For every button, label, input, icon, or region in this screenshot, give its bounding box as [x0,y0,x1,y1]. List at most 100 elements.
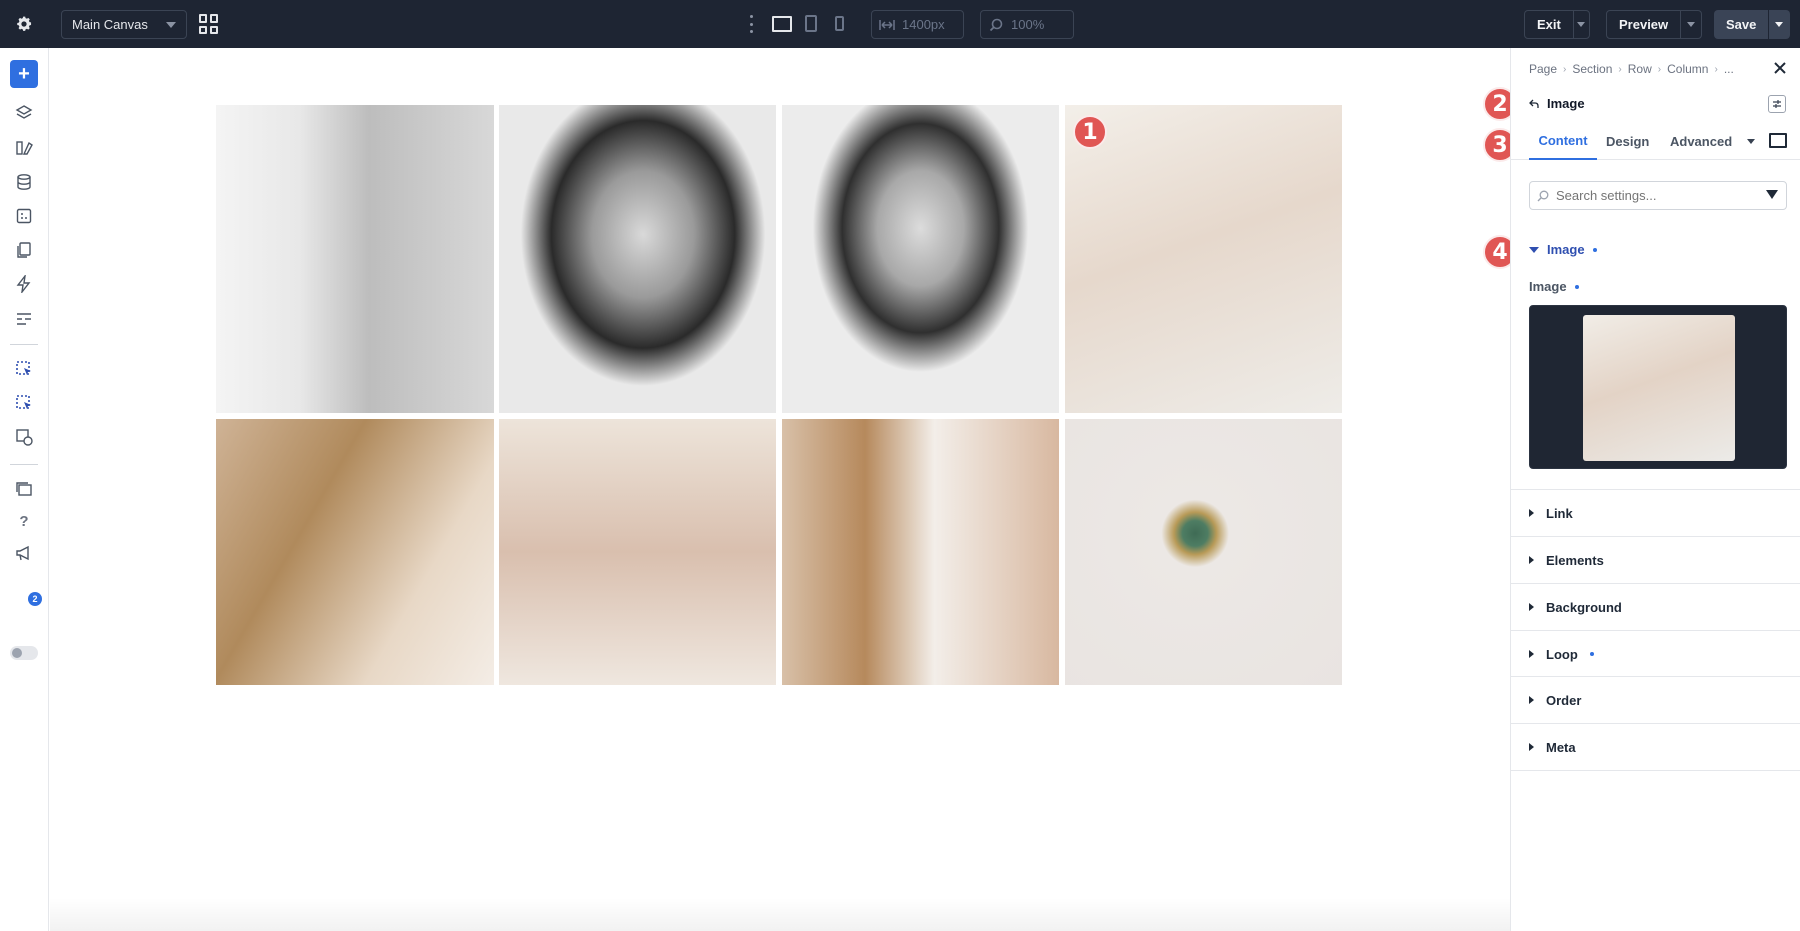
zoom-field[interactable]: 100% [980,10,1074,39]
group-order[interactable]: Order [1511,676,1800,723]
group-loop[interactable]: Loop [1511,630,1800,677]
select-multiple-icon[interactable] [13,392,35,414]
breadcrumb-section[interactable]: Section [1572,62,1612,76]
editor-canvas[interactable]: Black and white portrait of woman leanin… [50,48,1510,931]
left-sidebar: + ? 2 [0,48,49,931]
chevron-right-icon: › [1657,63,1662,75]
help-icon[interactable]: ? [13,510,35,532]
gallery-image-6[interactable]: Soap bars on pink blocks [499,419,776,685]
chevron-right-icon: › [1618,63,1622,75]
modified-dot [1574,284,1579,289]
gallery-image-8[interactable]: Gold ring with green stone [1065,419,1342,685]
caret-right-icon [1529,556,1534,564]
image-upload-preview[interactable] [1529,305,1787,469]
group-meta[interactable]: Meta [1511,723,1800,770]
pages-icon[interactable] [13,239,35,261]
breadcrumb-column[interactable]: Column [1667,62,1708,76]
settings-gear-icon[interactable] [12,12,36,36]
group-elements[interactable]: Elements [1511,536,1800,583]
tablet-view-icon[interactable] [805,15,817,32]
modified-dot [1592,247,1597,252]
tab-advanced[interactable]: Advanced [1661,122,1741,160]
search-input[interactable] [1556,188,1746,203]
element-options-icon[interactable] [1768,95,1786,113]
back-arrow-icon[interactable] [1529,99,1539,109]
desktop-view-icon[interactable] [772,16,792,32]
settings-panel: Page › Section › Row › Column › ... Imag… [1510,48,1800,931]
top-toolbar: Main Canvas 1400px 100% Exit Preview Sav… [0,0,1800,48]
chevron-right-icon: › [1714,63,1718,75]
presets-icon[interactable] [13,308,35,330]
sidebar-divider [10,344,38,345]
zoom-icon [981,18,1011,32]
save-button[interactable]: Save [1714,10,1790,39]
gallery-image-3[interactable]: Black and white headshot of man in suit [782,105,1059,413]
grid-layout-icon[interactable] [199,14,219,34]
preview-label: Preview [1619,17,1669,32]
add-element-button[interactable]: + [10,60,38,88]
image-thumbnail [1583,315,1735,461]
group-link-label: Link [1546,505,1573,521]
zoom-value: 100% [1011,17,1045,32]
variables-icon[interactable] [13,205,35,227]
gallery-image-5[interactable]: Woman with gold hoop earring [216,419,494,685]
group-order-label: Order [1546,692,1582,708]
element-title-label: Image [1547,96,1585,111]
select-element-icon[interactable] [13,358,35,380]
phone-view-icon[interactable] [835,16,844,31]
notification-badge: 2 [28,592,42,606]
group-background[interactable]: Background [1511,583,1800,630]
layers-icon[interactable] [13,102,35,124]
group-background-label: Background [1546,599,1622,615]
tab-content[interactable]: Content [1529,122,1597,160]
breadcrumb-more[interactable]: ... [1724,62,1734,76]
save-label: Save [1726,17,1757,32]
settings-search[interactable] [1529,181,1787,210]
gallery-image-4-selected[interactable]: Hands with gold bracelet and rings [1065,105,1342,413]
tabs-more-icon[interactable] [1747,139,1755,144]
database-icon[interactable] [13,171,35,193]
preview-dropdown-icon[interactable] [1680,11,1700,38]
more-options-icon[interactable] [750,15,754,33]
image-field-label: Image [1529,279,1579,294]
preview-button[interactable]: Preview [1606,10,1702,39]
gallery-image-2[interactable]: Black and white headshot of smiling woma… [499,105,776,413]
step-marker-1: 1 [1073,115,1107,149]
gallery-image-1[interactable]: Black and white portrait of woman leanin… [216,105,494,413]
group-image-label: Image [1547,242,1585,257]
close-icon[interactable] [1772,60,1788,76]
canvas-width-field[interactable]: 1400px [871,10,964,39]
global-elements-icon[interactable] [13,426,35,448]
filter-icon[interactable] [1766,190,1778,199]
caret-right-icon [1529,696,1534,704]
search-icon [1530,190,1556,202]
exit-button[interactable]: Exit [1524,10,1590,39]
chevron-down-icon [166,22,176,28]
group-meta-label: Meta [1546,739,1576,755]
design-library-icon[interactable] [13,137,35,159]
breadcrumb-page[interactable]: Page [1529,62,1557,76]
breadcrumb: Page › Section › Row › Column › ... [1529,62,1734,76]
caret-right-icon [1529,603,1534,611]
exit-dropdown-icon[interactable] [1572,11,1589,38]
save-dropdown-icon[interactable] [1768,10,1788,39]
canvas-select[interactable]: Main Canvas [61,10,187,39]
panel-layout-icon[interactable] [1769,133,1787,148]
breadcrumb-row[interactable]: Row [1628,62,1652,76]
interactions-bolt-icon[interactable] [13,273,35,295]
group-image-header[interactable]: Image [1529,242,1597,257]
group-elements-label: Elements [1546,552,1604,568]
canvases-icon[interactable] [13,478,35,500]
caret-down-icon [1529,246,1539,253]
sidebar-divider [10,464,38,465]
width-arrows-icon [872,19,902,31]
modified-dot [1589,652,1594,656]
theme-toggle[interactable] [10,646,38,660]
group-loop-label: Loop [1546,646,1578,662]
group-link[interactable]: Link [1511,489,1800,536]
tab-design[interactable]: Design [1597,122,1658,160]
exit-label: Exit [1537,17,1561,32]
element-title: Image [1529,96,1585,111]
announcements-megaphone-icon[interactable] [13,542,35,564]
gallery-image-7[interactable]: Woman wearing ring and necklace [782,419,1059,685]
